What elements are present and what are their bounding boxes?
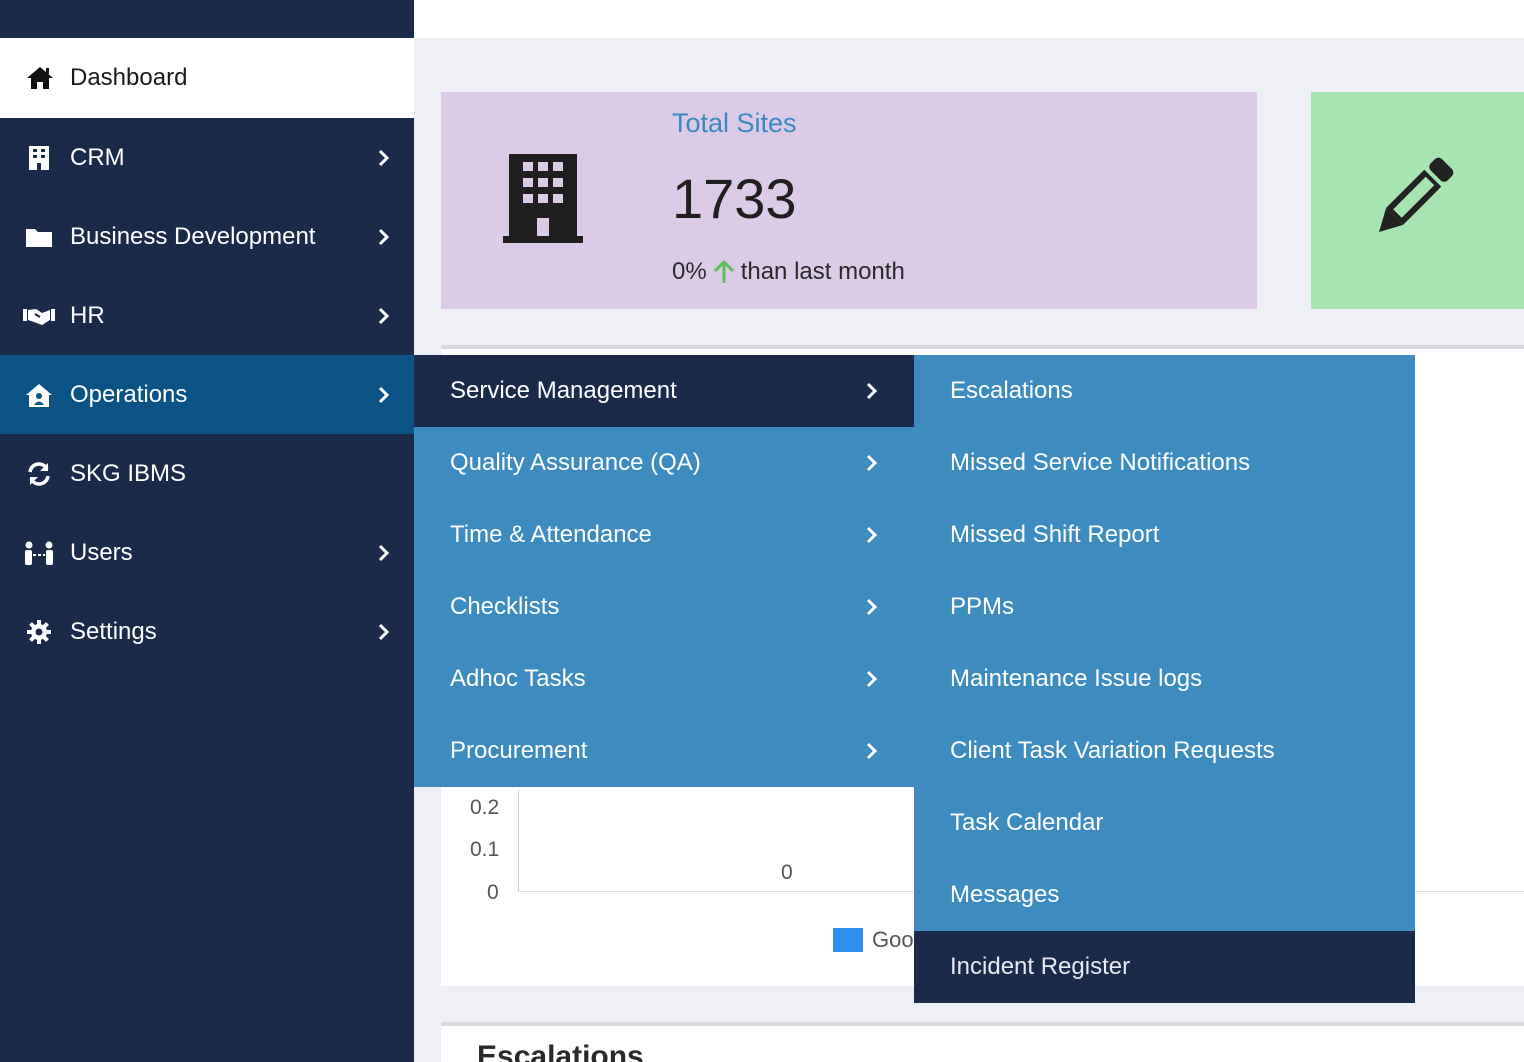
- chevron-right-icon: [830, 454, 914, 472]
- sidebar-item-settings[interactable]: Settings: [0, 592, 414, 671]
- submenu-item-adhoc-tasks[interactable]: Adhoc Tasks: [414, 643, 914, 715]
- sidebar-item-label: Dashboard: [70, 64, 188, 91]
- legend-label[interactable]: Goo: [872, 927, 914, 953]
- submenu-item-quality-assurance[interactable]: Quality Assurance (QA): [414, 427, 914, 499]
- stat-card-green[interactable]: [1311, 92, 1524, 309]
- submenu-item-label: Procurement: [450, 737, 588, 764]
- submenu-item-label: Quality Assurance (QA): [450, 449, 701, 476]
- gear-icon: [0, 619, 70, 645]
- legend-swatch[interactable]: [833, 928, 863, 952]
- stat-change: 0%: [672, 258, 707, 285]
- sidebar-item-label: HR: [70, 301, 105, 329]
- sidebar-item-business-development[interactable]: Business Development: [0, 197, 414, 276]
- submenu-item-missed-shift-report[interactable]: Missed Shift Report: [914, 499, 1415, 571]
- users-icon: [0, 540, 70, 566]
- arrow-up-icon: [713, 260, 734, 283]
- sync-icon: [0, 461, 70, 487]
- sidebar-item-label: Settings: [70, 617, 157, 645]
- pencil-icon: [1379, 157, 1454, 232]
- submenu-item-maintenance-issue-logs[interactable]: Maintenance Issue logs: [914, 643, 1415, 715]
- handshake-icon: [0, 305, 70, 327]
- sidebar-item-label: SKG IBMS: [70, 459, 187, 487]
- sidebar-item-label: Business Development: [70, 222, 316, 250]
- app-root: Dashboard CRM Business Development HR Op…: [0, 0, 1524, 1062]
- chevron-right-icon: [830, 742, 914, 760]
- submenu-item-incident-register[interactable]: Incident Register: [914, 931, 1415, 1003]
- folder-icon: [0, 226, 70, 248]
- sidebar-item-label: Users: [70, 538, 133, 566]
- data-label: 0: [781, 861, 793, 884]
- submenu-item-label: Time & Attendance: [450, 521, 652, 548]
- sidebar-item-label: CRM: [70, 143, 125, 171]
- sidebar-item-users[interactable]: Users: [0, 513, 414, 592]
- chevron-right-icon: [830, 526, 914, 544]
- chevron-right-icon: [354, 228, 414, 246]
- submenu-item-service-management[interactable]: Service Management: [414, 355, 914, 427]
- submenu-item-label: Adhoc Tasks: [450, 665, 586, 692]
- submenu-item-task-calendar[interactable]: Task Calendar: [914, 787, 1415, 859]
- y-tick-label: 0.2: [470, 796, 500, 819]
- submenu-item-checklists[interactable]: Checklists: [414, 571, 914, 643]
- section-title: Escalations: [477, 1040, 644, 1062]
- y-tick-label: 0: [487, 881, 499, 904]
- home-icon: [0, 65, 70, 91]
- stat-title: Total Sites: [672, 108, 797, 138]
- sidebar-item-crm[interactable]: CRM: [0, 118, 414, 197]
- chevron-right-icon: [354, 307, 414, 325]
- house-user-icon: [0, 382, 70, 408]
- stat-change-suffix: than last month: [740, 258, 905, 285]
- sidebar-item-skg-ibms[interactable]: SKG IBMS: [0, 434, 414, 513]
- chevron-right-icon: [830, 382, 914, 400]
- service-management-submenu: Escalations Missed Service Notifications…: [914, 355, 1415, 1003]
- chevron-right-icon: [354, 149, 414, 167]
- chevron-right-icon: [354, 544, 414, 562]
- chevron-right-icon: [830, 598, 914, 616]
- y-axis-line: [518, 790, 519, 892]
- chevron-right-icon: [830, 670, 914, 688]
- submenu-item-procurement[interactable]: Procurement: [414, 715, 914, 787]
- chevron-right-icon: [354, 623, 414, 641]
- submenu-item-time-attendance[interactable]: Time & Attendance: [414, 499, 914, 571]
- building-icon: [0, 145, 70, 171]
- submenu-item-label: Service Management: [450, 377, 677, 404]
- sidebar-item-operations[interactable]: Operations: [0, 355, 414, 434]
- stat-trend: 0% than last month: [672, 258, 905, 286]
- chevron-right-icon: [354, 386, 414, 404]
- sidebar-item-dashboard[interactable]: Dashboard: [0, 38, 414, 118]
- submenu-item-missed-service-notifications[interactable]: Missed Service Notifications: [914, 427, 1415, 499]
- sidebar: Dashboard CRM Business Development HR Op…: [0, 0, 414, 1062]
- operations-submenu: Service Management Quality Assurance (QA…: [414, 355, 914, 787]
- y-tick-label: 0.1: [470, 838, 500, 861]
- submenu-item-client-task-variation-requests[interactable]: Client Task Variation Requests: [914, 715, 1415, 787]
- submenu-item-ppms[interactable]: PPMs: [914, 571, 1415, 643]
- sidebar-item-hr[interactable]: HR: [0, 276, 414, 355]
- sidebar-item-label: Operations: [70, 380, 188, 408]
- building-icon: [503, 154, 583, 243]
- submenu-item-escalations[interactable]: Escalations: [914, 355, 1415, 427]
- submenu-item-label: Checklists: [450, 593, 560, 620]
- submenu-item-messages[interactable]: Messages: [914, 859, 1415, 931]
- stat-value: 1733: [672, 167, 797, 230]
